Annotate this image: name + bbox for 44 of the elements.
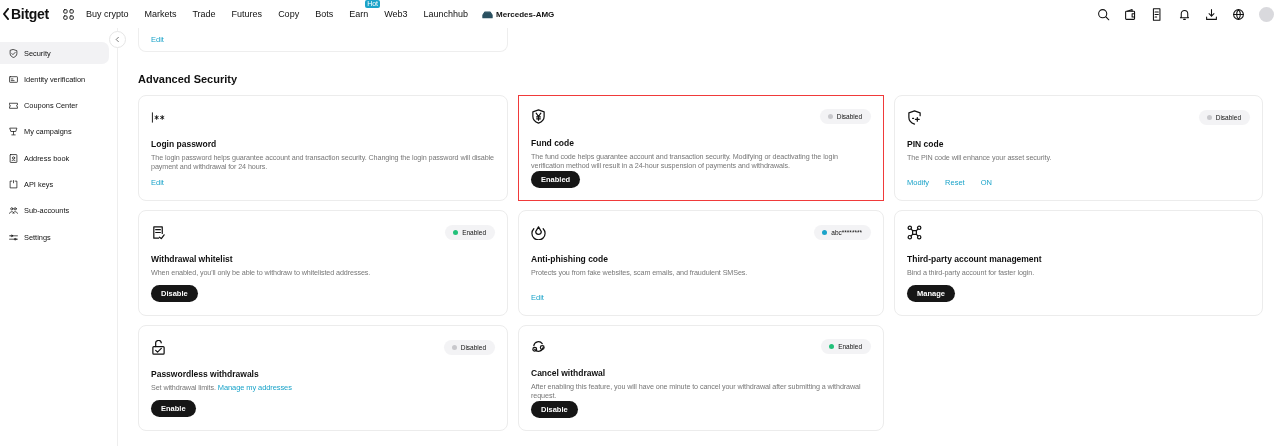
chevron-left-icon xyxy=(114,36,121,43)
nav-link[interactable]: Launchhub xyxy=(423,9,469,19)
unlocked-check-icon xyxy=(151,339,166,355)
shield-icon xyxy=(9,48,18,58)
section-title: Advanced Security xyxy=(138,73,239,85)
trophy-icon xyxy=(9,127,18,137)
globe-icon[interactable] xyxy=(1232,7,1245,21)
sliders-icon xyxy=(9,232,18,242)
logo-icon xyxy=(2,8,10,20)
card-title: Anti-phishing code xyxy=(531,254,609,264)
card-title: Login password xyxy=(151,139,218,149)
apps-icon[interactable] xyxy=(62,8,74,20)
ticket-icon xyxy=(9,101,18,111)
card-title: Withdrawal whitelist xyxy=(151,254,234,264)
card-title: Third-party account management xyxy=(907,254,1043,264)
yen-shield-icon xyxy=(531,109,546,124)
password-icon xyxy=(151,109,166,125)
checklist-icon xyxy=(151,224,166,240)
card-title: Fund code xyxy=(531,138,575,148)
contact-book-icon xyxy=(9,153,18,163)
users-icon xyxy=(9,206,18,216)
shield-plus-icon xyxy=(907,109,922,125)
nav-link[interactable]: Markets xyxy=(144,9,177,19)
card-title: Passwordless withdrawals xyxy=(151,369,260,379)
nav-link[interactable]: Earn xyxy=(349,9,369,19)
document-icon[interactable] xyxy=(1151,7,1164,21)
drop-icon xyxy=(531,224,546,240)
logo-text: Bitget xyxy=(11,6,49,22)
bell-icon[interactable] xyxy=(1178,7,1191,21)
download-icon[interactable] xyxy=(1205,7,1218,21)
nodes-icon xyxy=(907,224,922,240)
nav-link[interactable]: Buy crypto xyxy=(85,9,129,19)
nav-link[interactable]: Copy xyxy=(278,9,300,19)
promo-link[interactable]: Mercedes-AMG xyxy=(496,9,555,19)
search-icon[interactable] xyxy=(1097,7,1110,21)
nav-link[interactable]: Futures xyxy=(231,9,263,19)
nav-link[interactable]: Trade xyxy=(192,9,216,19)
wallet-icon[interactable] xyxy=(1124,7,1137,21)
nav-link[interactable]: Bots xyxy=(315,9,334,19)
card-title: PIN code xyxy=(907,139,945,149)
id-card-icon xyxy=(9,74,18,84)
car-icon xyxy=(482,9,494,19)
nav-link[interactable]: Web3 xyxy=(384,9,408,19)
card-title: Cancel withdrawal xyxy=(531,368,607,378)
